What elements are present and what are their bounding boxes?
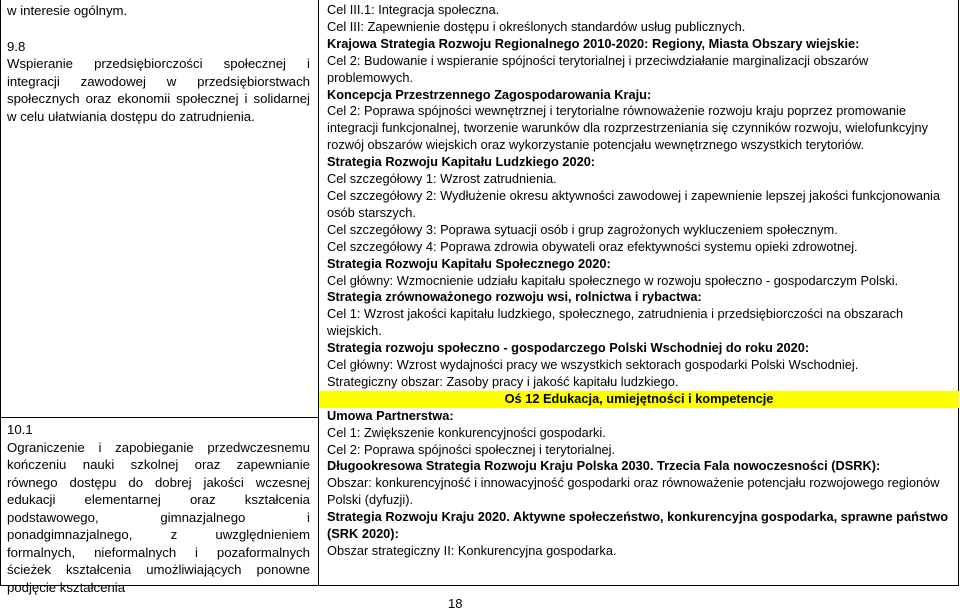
table-left-rule	[0, 0, 1, 586]
left-cell-top: w interesie ogólnym. 9.8 Wspieranie prze…	[7, 2, 310, 125]
strategy-goal: Cel szczegółowy 2: Wydłużenie okresu akt…	[327, 187, 941, 220]
strategy-goal: Cel szczegółowy 4: Poprawa zdrowia obywa…	[327, 238, 858, 254]
strategy-heading: Strategia zrównoważonego rozwoju wsi, ro…	[327, 289, 702, 305]
left-code-9-8: 9.8	[7, 38, 26, 54]
left-lead-text: w interesie ogólnym.	[7, 3, 128, 18]
strategy-goal: Cel szczegółowy 1: Wzrost zatrudnienia.	[327, 171, 557, 187]
strategy-heading: Krajowa Strategia Rozwoju Regionalnego 2…	[327, 35, 860, 51]
strategy-list-1: Cel III.1: Integracja społeczna. Cel III:…	[327, 2, 957, 391]
left-code-10-1: 10.1	[7, 422, 33, 437]
document-page: w interesie ogólnym. 9.8 Wspieranie prze…	[0, 0, 960, 612]
strategy-goal: Cel 1: Wzrost jakości kapitału ludzkiego…	[327, 306, 904, 339]
strategy-goal: Obszar strategiczny II: Konkurencyjna go…	[327, 543, 617, 558]
strategy-goal: Cel szczegółowy 3: Poprawa sytuacji osób…	[327, 221, 838, 237]
left-priority-text-2: Ograniczenie i zapobieganie przedwczesne…	[7, 439, 310, 595]
strategy-goal: Cel 2: Budowanie i wspieranie spójności …	[327, 52, 869, 85]
strategy-goal: Cel 2: Poprawa spójności społecznej i te…	[327, 441, 616, 457]
strategy-goal: Cel III.1: Integracja społeczna.	[327, 2, 500, 17]
strategy-heading: Strategia Rozwoju Kapitału Ludzkiego 202…	[327, 154, 596, 170]
strategy-heading: Koncepcja Przestrzennego Zagospodarowani…	[327, 86, 652, 102]
strategy-goal: Obszar: konkurencyjność i innowacyjność …	[327, 475, 940, 508]
table-right-rule	[958, 0, 959, 586]
strategy-goal: Cel III: Zapewnienie dostępu i określony…	[327, 18, 746, 34]
strategy-heading: Strategia Rozwoju Kraju 2020. Aktywne sp…	[327, 509, 949, 542]
strategy-goal: Cel główny: Wzmocnienie udziału kapitału…	[327, 272, 899, 288]
axis-title-highlight: Oś 12 Edukacja, umiejętności i kompetenc…	[319, 390, 959, 408]
strategy-heading: Strategia rozwoju społeczno - gospodarcz…	[327, 340, 810, 356]
strategy-list-2: Umowa Partnerstwa: Cel 1: Zwiększenie kon…	[327, 408, 957, 560]
strategy-goal: Strategiczny obszar: Zasoby pracy i jako…	[327, 373, 679, 389]
strategy-heading: Strategia Rozwoju Kapitału Społecznego 2…	[327, 255, 611, 271]
strategy-heading: Umowa Partnerstwa:	[327, 407, 454, 423]
table-row-divider	[0, 417, 318, 418]
strategy-heading: Długookresowa Strategia Rozwoju Kraju Po…	[327, 458, 881, 474]
right-cell: Cel III.1: Integracja społeczna. Cel III:…	[319, 2, 959, 560]
strategy-goal: Cel 2: Poprawa spójności wewnętrznej i t…	[327, 103, 929, 153]
table-column-divider	[318, 0, 319, 586]
left-cell-bottom: 10.1 Ograniczenie i zapobieganie przedwc…	[7, 421, 310, 596]
left-priority-text: Wspieranie przedsiębiorczości społecznej…	[7, 56, 310, 124]
strategy-goal: Cel główny: Wzrost wydajności pracy we w…	[327, 357, 859, 373]
page-number: 18	[448, 596, 463, 611]
strategy-goal: Cel 1: Zwiększenie konkurencyjności gosp…	[327, 424, 606, 440]
